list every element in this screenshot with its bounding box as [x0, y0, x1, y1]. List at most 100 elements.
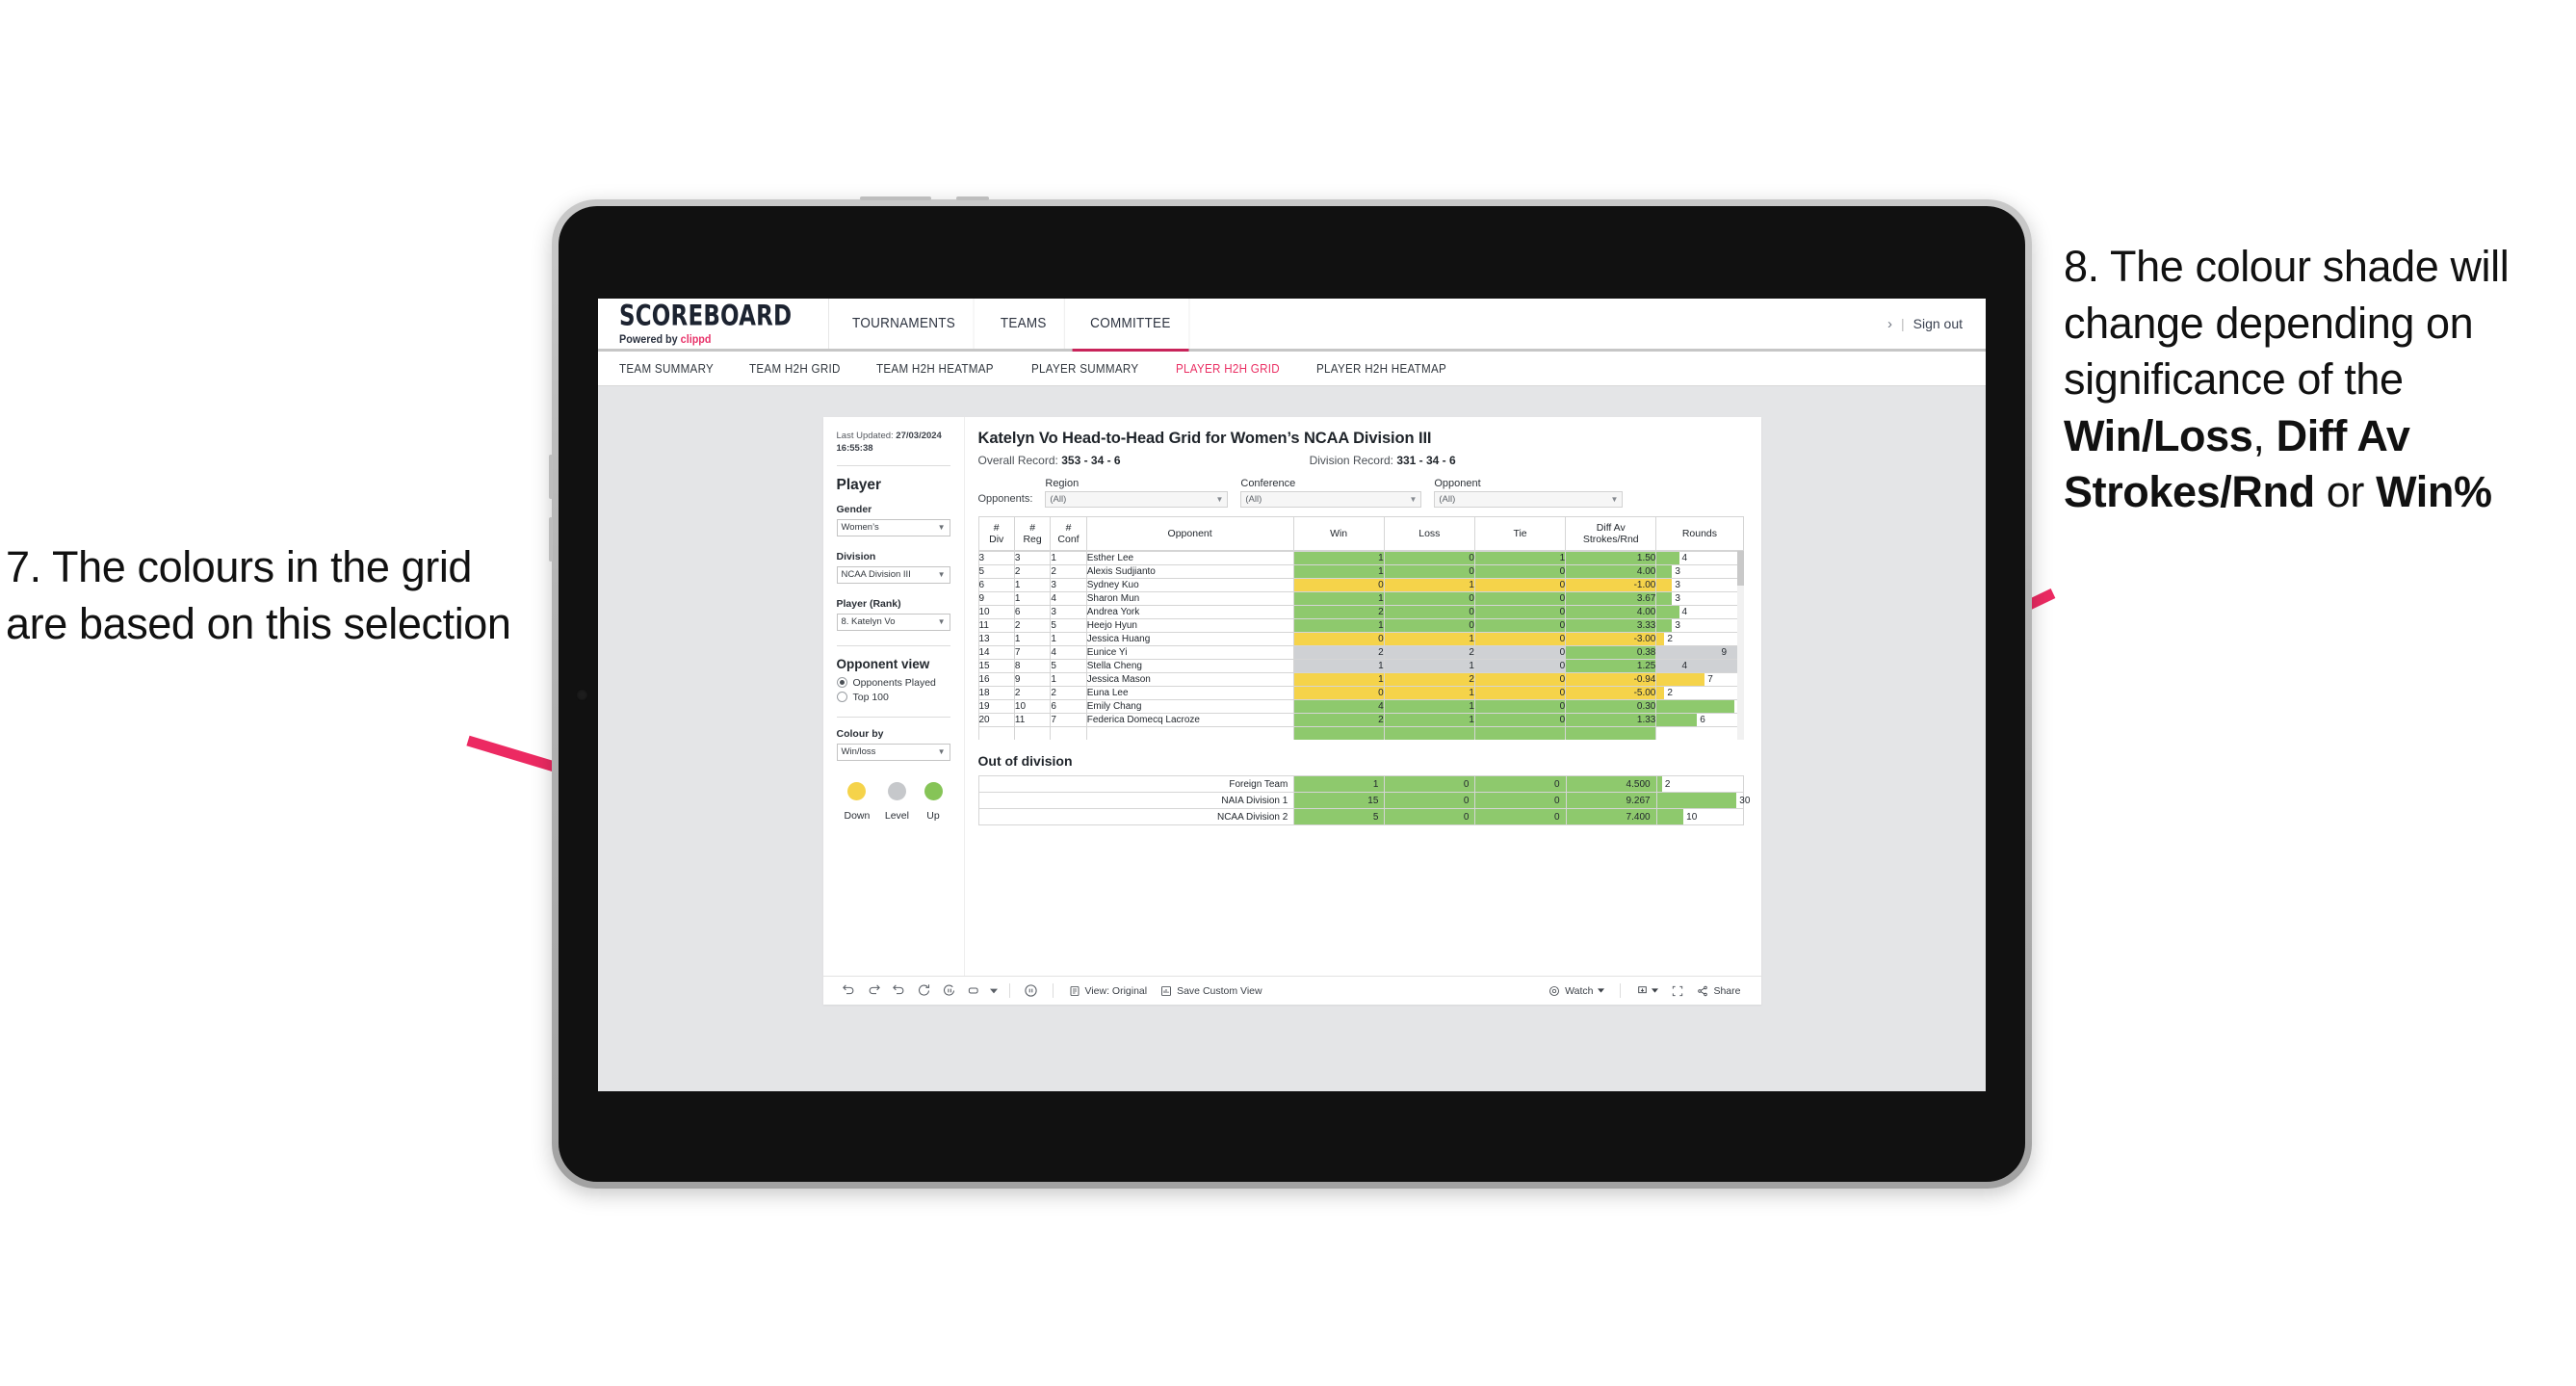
chevron-down-icon: ▼	[937, 522, 946, 532]
save-custom-view-button[interactable]: Save Custom View	[1154, 985, 1269, 997]
fullscreen-icon[interactable]	[1665, 979, 1690, 1004]
cell-reg: 2	[1013, 564, 1052, 579]
ood-cell-name: Foreign Team	[977, 775, 1295, 793]
download-button[interactable]	[1629, 984, 1665, 997]
table-row[interactable]: 14 7 4 Eunice Yi 2 2 0 0.38 9	[977, 645, 1744, 660]
filter-player-rank-select[interactable]: 8. Katelyn Vo ▼	[836, 613, 950, 631]
cell-div: 11	[977, 618, 1015, 633]
redo-icon[interactable]	[862, 979, 887, 1004]
nav-item-teams[interactable]: TEAMS	[982, 299, 1066, 349]
cell-win: 1	[1292, 564, 1385, 579]
volume-button-up[interactable]	[549, 455, 553, 499]
filter-division-select[interactable]: NCAA Division III ▼	[836, 565, 950, 584]
col-reg: # Reg	[1013, 516, 1052, 551]
grid-scrollbar-thumb[interactable]	[1736, 551, 1744, 586]
nav-item-tournaments[interactable]: TOURNAMENTS	[834, 299, 975, 349]
ood-cell-loss: 0	[1384, 792, 1476, 809]
nav-item-committee[interactable]: COMMITTEE	[1072, 299, 1190, 352]
table-row-partial[interactable]	[977, 726, 1744, 740]
rounds-bar-wrap: 4	[1656, 606, 1742, 618]
cell-win: 1	[1292, 659, 1385, 673]
sidebar-divider-3	[836, 716, 950, 718]
cell-rounds: 3	[1655, 578, 1744, 592]
last-updated: Last Updated: 27/03/2024 16:55:38	[837, 431, 950, 456]
cell-win: 0	[1292, 578, 1385, 592]
table-row[interactable]: 20 11 7 Federica Domecq Lacroze 2 1 0 1.33 6	[977, 713, 1744, 727]
undo-icon[interactable]	[837, 979, 862, 1004]
cell-conf: 6	[1050, 699, 1087, 714]
rounds-bar-wrap: 3	[1656, 619, 1742, 632]
cell-rounds: 6	[1655, 713, 1744, 727]
volume-button-down[interactable]	[549, 517, 553, 562]
table-row[interactable]: 6 1 3 Sydney Kuo 0 1 0 -1.00 3	[977, 578, 1744, 592]
view-original-button[interactable]: View: Original	[1062, 985, 1155, 997]
cell-div: 20	[977, 713, 1015, 727]
table-row[interactable]: 13 1 1 Jessica Huang 0 1 0 -3.00 2	[977, 632, 1744, 646]
revert-icon[interactable]	[887, 979, 912, 1004]
pause-refresh-icon[interactable]	[1019, 979, 1044, 1004]
power-button[interactable]	[860, 196, 931, 200]
table-row[interactable]: 19106Emily Chang4100.3011	[977, 699, 1744, 714]
subnav-item-team-summary[interactable]: TEAM SUMMARY	[619, 362, 714, 376]
chevron-down-icon: ▼	[1610, 495, 1619, 504]
out-of-division-row[interactable]: Foreign Team 1 0 0 4.500 2	[977, 775, 1744, 793]
logo-tagline-prefix: Powered by	[619, 334, 681, 346]
filter-colour-by-select[interactable]: Win/loss ▼	[836, 743, 950, 761]
rounds-value: 2	[1667, 688, 1673, 698]
subnav-item-team-h2h-heatmap[interactable]: TEAM H2H HEATMAP	[876, 362, 994, 376]
cell-reg: 8	[1013, 659, 1052, 673]
legend-item-down: Down	[845, 781, 870, 822]
subnav-item-player-h2h-grid[interactable]: PLAYER H2H GRID	[1176, 362, 1280, 376]
filter-conference-select[interactable]: (All) ▼	[1240, 491, 1422, 508]
app-logo[interactable]: SCOREBOARD Powered by clippd	[598, 299, 829, 349]
table-row[interactable]: 9 1 4 Sharon Mun 1 0 0 3.67 3	[977, 591, 1744, 606]
table-row[interactable]: 3 3 1 Esther Lee 1 0 1 1.50 4	[977, 551, 1744, 565]
out-of-division-row[interactable]: NAIA Division 1 15 0 0 9.267 30	[977, 792, 1750, 809]
rounds-bar-wrap: 2	[1656, 633, 1742, 645]
subnav-item-player-summary[interactable]: PLAYER SUMMARY	[1031, 362, 1138, 376]
table-row[interactable]: 16 9 1 Jessica Mason 1 2 0 -0.94 7	[977, 672, 1744, 687]
refresh-icon[interactable]	[912, 979, 937, 1004]
cell-conf: 4	[1050, 645, 1087, 660]
watch-button[interactable]: Watch	[1542, 985, 1611, 997]
share-button[interactable]: Share	[1690, 985, 1747, 997]
cell-conf: 1	[1050, 632, 1087, 646]
subnav-item-team-h2h-grid[interactable]: TEAM H2H GRID	[749, 362, 841, 376]
sign-out-link[interactable]: Sign out	[1913, 316, 1963, 331]
cell-rounds: 11	[1655, 699, 1744, 714]
cell-reg: 11	[1013, 713, 1052, 727]
annotation-left-text: 7. The colours in the grid are based on …	[6, 542, 511, 648]
chevron-right-icon[interactable]: ›	[1887, 316, 1892, 332]
filter-opponent-select[interactable]: (All) ▼	[1434, 491, 1624, 508]
annotation-right-part1: 8. The colour shade will change dependin…	[2064, 242, 2510, 404]
rounds-bar	[1656, 579, 1673, 591]
cell-loss: 0	[1383, 618, 1475, 633]
cell-rounds: 3	[1655, 591, 1744, 606]
opponent-view-option-opponents-played[interactable]: Opponents Played	[836, 677, 950, 689]
opponent-view-option-top-100[interactable]: Top 100	[836, 692, 950, 703]
subnav-item-player-h2h-heatmap[interactable]: PLAYER H2H HEATMAP	[1316, 362, 1446, 376]
table-row[interactable]: 15 8 5 Stella Cheng 1 1 0 1.25 4	[977, 659, 1744, 673]
cell-partial	[977, 726, 1015, 740]
select-mode-dropdown-icon[interactable]	[987, 979, 1001, 1004]
filter-region-select[interactable]: (All) ▼	[1045, 491, 1229, 508]
col-diff-av-strokes: Diff Av Strokes/Rnd	[1565, 516, 1657, 551]
h2h-grid-scroll-region[interactable]: 3 3 1 Esther Lee 1 0 1 1.50 4 5 2 2 Alexis Sudjianto…	[977, 551, 1744, 740]
col-loss: Loss	[1383, 516, 1475, 551]
cell-diff-av-strokes: 0.30	[1565, 699, 1657, 714]
filter-gender-select[interactable]: Women’s ▼	[836, 518, 950, 536]
table-row[interactable]: 5 2 2 Alexis Sudjianto 1 0 0 4.00 3	[977, 564, 1744, 579]
filter-player-rank-label: Player (Rank)	[836, 597, 901, 610]
cell-reg: 7	[1013, 645, 1052, 660]
cell-reg: 2	[1013, 618, 1052, 633]
table-row[interactable]: 10 6 3 Andrea York 2 0 0 4.00 4	[977, 605, 1744, 619]
rounds-bar-wrap: 4	[1656, 552, 1742, 564]
out-of-division-row[interactable]: NCAA Division 2 5 0 0 7.400 10	[977, 808, 1744, 825]
col-div-l1: #	[993, 522, 1000, 534]
rectangle-select-icon[interactable]	[962, 979, 987, 1004]
col-tie: Tie	[1473, 516, 1567, 551]
pause-auto-update-icon[interactable]	[937, 979, 962, 1004]
table-row[interactable]: 11 2 5 Heejo Hyun 1 0 0 3.33 3	[977, 618, 1744, 633]
table-row[interactable]: 18 2 2 Euna Lee 0 1 0 -5.00 2	[977, 686, 1744, 700]
grid-scrollbar[interactable]	[1736, 551, 1744, 740]
